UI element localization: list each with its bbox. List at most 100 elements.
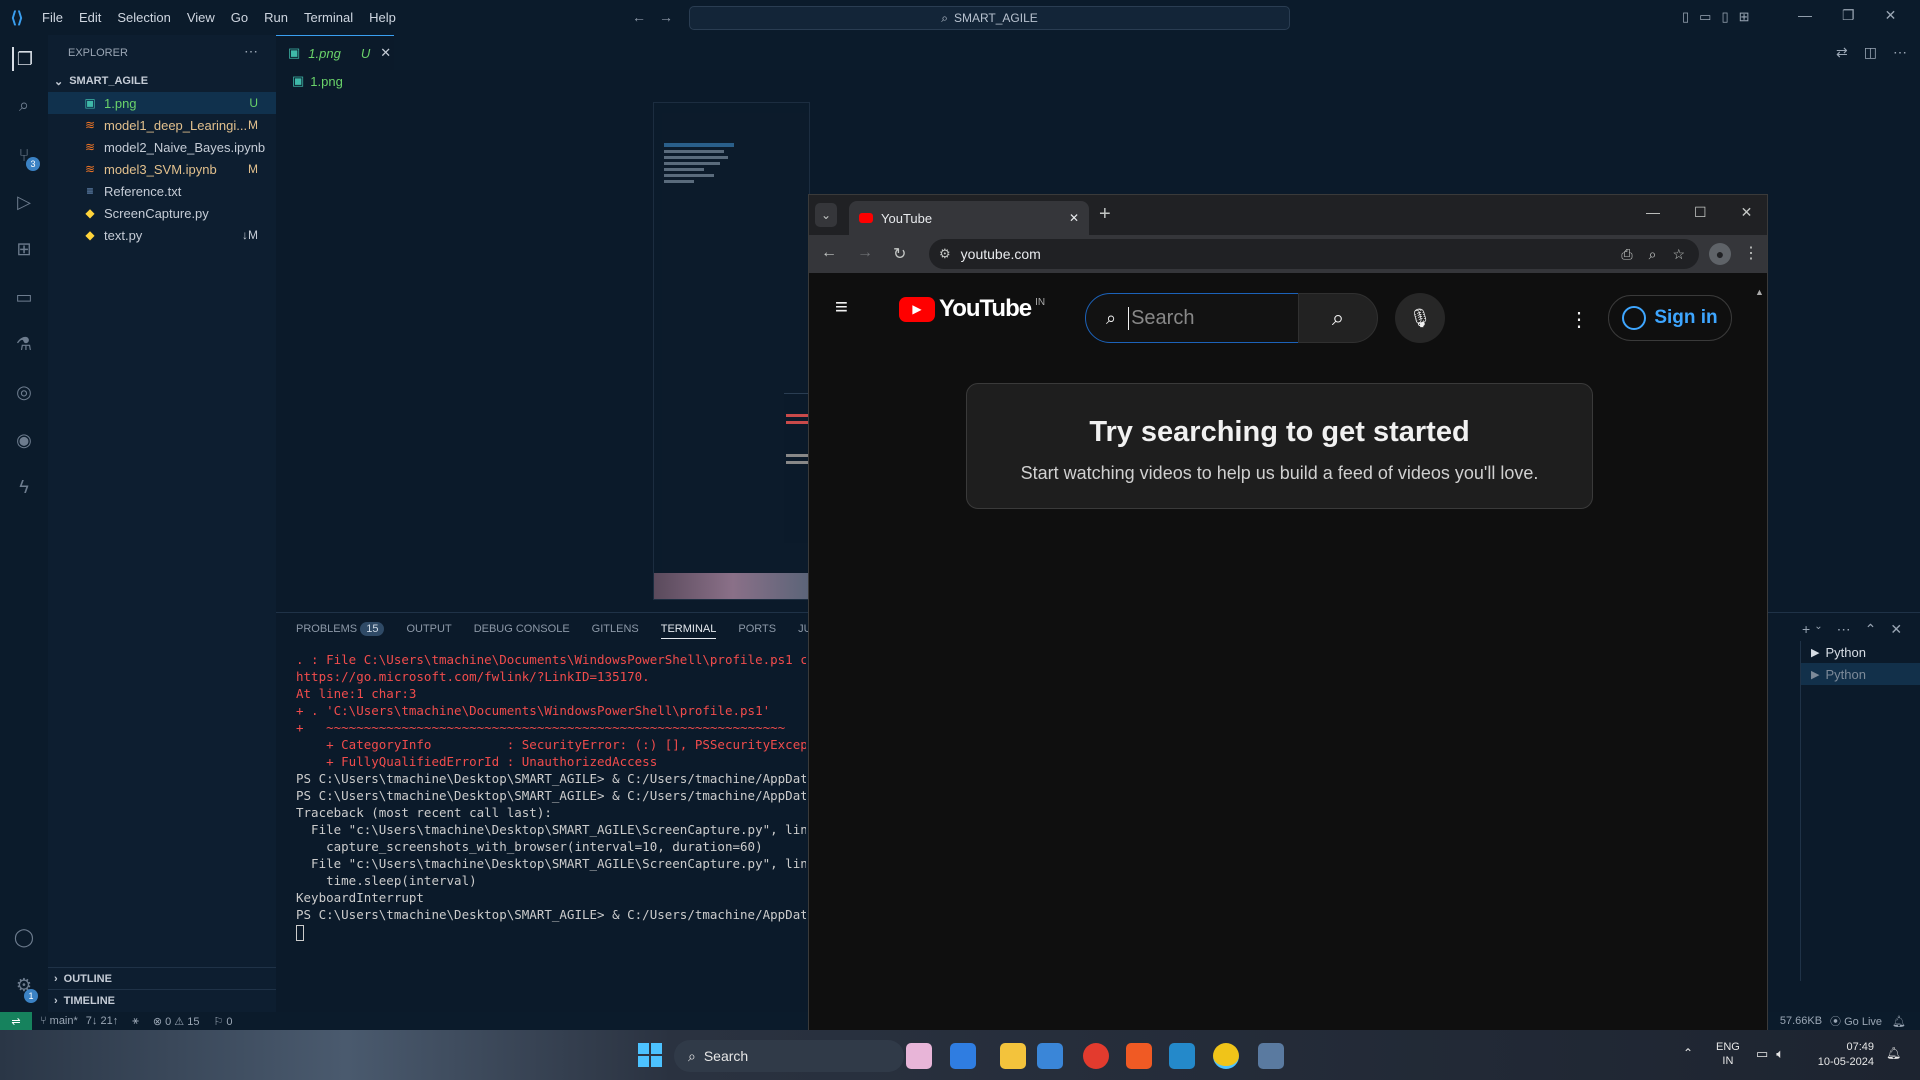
vscode-taskbar-icon[interactable] xyxy=(1169,1043,1195,1069)
notification-bell-icon[interactable]: 🔔︎ xyxy=(1886,1046,1901,1060)
close-tab-icon[interactable]: ✕ xyxy=(1069,211,1079,225)
youtube-search-input[interactable]: ⌕ Search xyxy=(1085,293,1299,343)
file-row-screencapture[interactable]: ◆ ScreenCapture.py xyxy=(48,202,276,224)
sync-indicator[interactable]: 7↓ 21↑ xyxy=(86,1015,118,1027)
back-icon[interactable]: ← xyxy=(821,244,837,264)
install-app-icon[interactable]: ⎙ xyxy=(1621,246,1632,263)
terminal-output[interactable]: . : File C:\Users\tmachine\Documents\Win… xyxy=(296,651,806,951)
voice-search-button[interactable]: 🎙︎ xyxy=(1395,293,1445,343)
windows-start-icon[interactable] xyxy=(638,1043,662,1067)
tab-output[interactable]: OUTPUT xyxy=(406,623,451,639)
live-share-icon[interactable]: ϟ xyxy=(12,475,36,499)
chrome-icon[interactable] xyxy=(1083,1043,1109,1069)
zoom-icon[interactable]: ⌕ xyxy=(1649,246,1657,263)
close-tab-icon[interactable]: ✕ xyxy=(380,45,391,61)
branch-indicator[interactable]: ⑂ main* xyxy=(40,1015,78,1027)
maximize-icon[interactable]: ☐ xyxy=(1694,204,1707,221)
go-live-button[interactable]: ⦿ Go Live xyxy=(1830,1013,1882,1029)
terminal-instance[interactable]: ▶ Python xyxy=(1801,641,1920,663)
copilot-icon[interactable] xyxy=(906,1043,932,1069)
address-bar[interactable]: ⚙ youtube.com ⎙ ⌕ ☆ xyxy=(929,239,1699,269)
file-row-model3[interactable]: ≋ model3_SVM.ipynb M xyxy=(48,158,276,180)
menu-file[interactable]: File xyxy=(42,10,63,25)
tab-gitlens[interactable]: GITLENS xyxy=(592,623,639,639)
profile-avatar-icon[interactable]: ● xyxy=(1709,243,1731,265)
minimize-icon[interactable]: — xyxy=(1646,204,1660,221)
chrome-active-icon[interactable] xyxy=(1213,1043,1239,1069)
hamburger-menu-icon[interactable]: ≡ xyxy=(835,296,857,318)
testing-icon[interactable]: ⚗ xyxy=(12,332,36,356)
menu-edit[interactable]: Edit xyxy=(79,10,101,25)
scrollbar-up-icon[interactable]: ▲ xyxy=(1755,287,1764,297)
nav-back-icon[interactable]: ← xyxy=(632,9,646,25)
gitlens-status-icon[interactable]: ⚹ xyxy=(132,1015,139,1028)
remote-indicator-icon[interactable]: ⇌ xyxy=(0,1012,32,1030)
menu-view[interactable]: View xyxy=(187,10,215,25)
tab-problems[interactable]: PROBLEMS 15 xyxy=(296,622,385,639)
accounts-icon[interactable]: ◯ xyxy=(12,925,36,949)
file-row-reference[interactable]: ≡ Reference.txt xyxy=(48,180,276,202)
file-explorer-icon[interactable] xyxy=(1000,1043,1026,1069)
tab-ports[interactable]: PORTS xyxy=(738,623,776,639)
youtube-logo[interactable]: ▶ YouTube IN xyxy=(899,295,1045,323)
breadcrumb-item[interactable]: 1.png xyxy=(310,74,343,89)
settings-more-icon[interactable]: ⋮ xyxy=(1569,307,1589,332)
split-editor-icon[interactable]: ◫ xyxy=(1864,44,1877,61)
minimize-icon[interactable]: — xyxy=(1798,7,1812,24)
menu-help[interactable]: Help xyxy=(369,10,396,25)
open-changes-icon[interactable]: ⇄ xyxy=(1836,44,1848,61)
gitlens-icon[interactable]: ◎ xyxy=(12,380,36,404)
sign-in-button[interactable]: Sign in xyxy=(1608,295,1732,341)
chrome-tab-youtube[interactable]: YouTube ✕ xyxy=(849,201,1089,235)
explorer-icon[interactable]: ❐ xyxy=(12,47,36,71)
outline-section[interactable]: › OUTLINE xyxy=(48,967,276,989)
file-row-textpy[interactable]: ◆ text.py ↓M xyxy=(48,224,276,246)
timeline-section[interactable]: › TIMELINE xyxy=(48,989,276,1011)
youtube-search-button[interactable]: ⌕ xyxy=(1298,293,1378,343)
chevron-down-icon[interactable]: ⌄ xyxy=(1814,621,1822,638)
toggle-secondary-sidebar-icon[interactable]: ▯ xyxy=(1721,9,1728,25)
workspace-folder[interactable]: ⌄ SMART_AGILE xyxy=(48,70,276,92)
tab-debug-console[interactable]: DEBUG CONSOLE xyxy=(474,623,570,639)
nav-forward-icon[interactable]: → xyxy=(659,9,673,25)
problems-indicator[interactable]: ⊗ 0 ⚠ 15 xyxy=(153,1015,200,1028)
tab-1png[interactable]: ▣ 1.png U ✕ xyxy=(276,35,394,70)
run-debug-icon[interactable]: ▷ xyxy=(12,190,36,214)
terminal-instance[interactable]: ▶ Python xyxy=(1801,663,1920,685)
file-row-model1[interactable]: ≋ model1_deep_Learingi... M xyxy=(48,114,276,136)
more-actions-icon[interactable]: ⋯ xyxy=(244,43,258,60)
customize-layout-icon[interactable]: ⊞ xyxy=(1739,9,1750,25)
microsoft-store-icon[interactable] xyxy=(1037,1043,1063,1069)
close-window-icon[interactable]: ✕ xyxy=(1741,204,1753,221)
tab-search-icon[interactable]: ⌄ xyxy=(815,203,837,227)
new-terminal-icon[interactable]: + xyxy=(1802,621,1810,638)
reload-icon[interactable]: ↻ xyxy=(893,244,906,264)
remote-explorer-icon[interactable]: ▭ xyxy=(12,285,36,309)
language-indicator[interactable]: ENG IN xyxy=(1716,1040,1740,1068)
file-row-1png[interactable]: ▣ 1.png U xyxy=(48,92,276,114)
command-center[interactable]: ⌕ SMART_AGILE xyxy=(689,6,1290,30)
toggle-sidebar-icon[interactable]: ▯ xyxy=(1682,9,1689,25)
menu-run[interactable]: Run xyxy=(264,10,288,25)
gitlens-inspect-icon[interactable]: ◉ xyxy=(12,428,36,452)
notifications-bell-icon[interactable]: 🔔︎ xyxy=(1892,1015,1906,1028)
menu-go[interactable]: Go xyxy=(231,10,248,25)
search-icon[interactable]: ⌕ xyxy=(12,93,36,117)
tab-terminal[interactable]: TERMINAL xyxy=(660,623,717,639)
forward-icon[interactable]: → xyxy=(857,244,873,264)
brave-icon[interactable] xyxy=(1126,1043,1152,1069)
chrome-menu-icon[interactable]: ⋮ xyxy=(1743,243,1759,263)
toggle-panel-icon[interactable]: ▭ xyxy=(1699,9,1711,25)
maximize-panel-icon[interactable]: ⌃ xyxy=(1865,621,1877,638)
system-tray[interactable]: ▭ 🔈︎ xyxy=(1756,1046,1784,1062)
more-actions-icon[interactable]: ⋯ xyxy=(1837,621,1851,638)
file-row-model2[interactable]: ≋ model2_Naive_Bayes.ipynb xyxy=(48,136,276,158)
menu-selection[interactable]: Selection xyxy=(117,10,170,25)
close-panel-icon[interactable]: ✕ xyxy=(1890,621,1902,638)
show-hidden-icons-icon[interactable]: ⌃ xyxy=(1683,1046,1693,1060)
ports-indicator[interactable]: ⚐ 0 xyxy=(213,1015,232,1028)
site-info-icon[interactable]: ⚙ xyxy=(939,246,951,262)
task-view-icon[interactable] xyxy=(950,1043,976,1069)
more-actions-icon[interactable]: ⋯ xyxy=(1893,44,1907,61)
close-window-icon[interactable]: ✕ xyxy=(1885,7,1897,24)
